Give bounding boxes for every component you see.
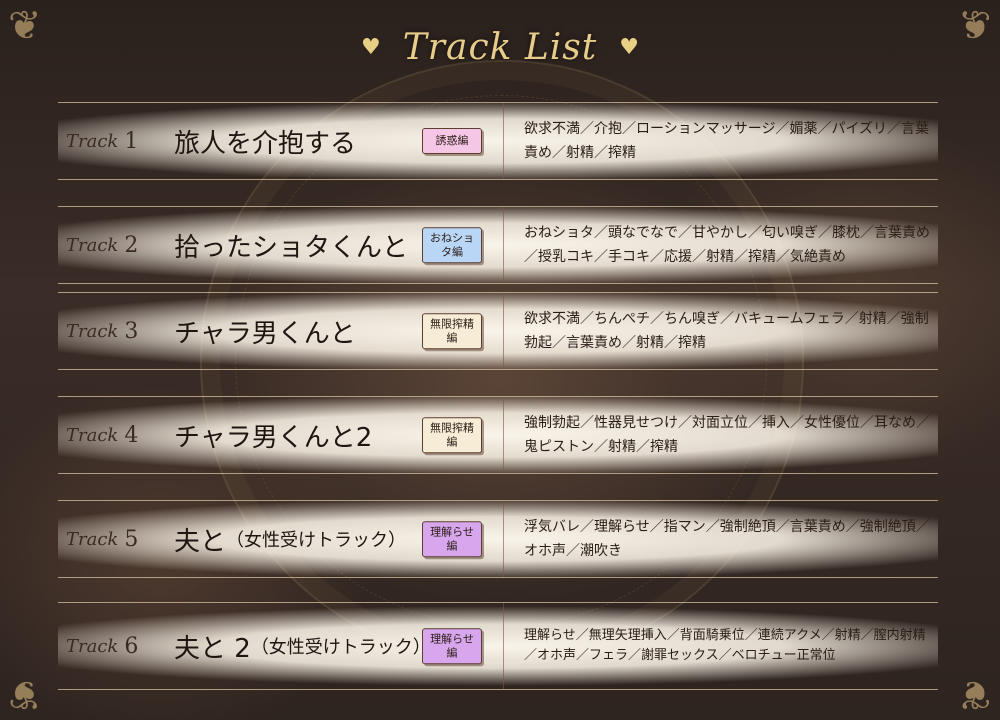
track-number: Track 5 <box>66 526 139 552</box>
track-title: チャラ男くんと <box>174 318 356 349</box>
track-tags: 強制勃起／性器見せつけ／対面立位／挿入／女性優位／耳なめ／鬼ピストン／射精／搾精 <box>524 414 930 456</box>
track-row[interactable]: Track 6 夫と 2 （女性受けトラック） 理解らせ編 理解らせ／無理矢理挿入／… <box>58 602 938 690</box>
track-row[interactable]: Track 2 拾ったショタくんと おねショタ編 おねショタ／頭なでなで／甘やかし… <box>58 206 938 284</box>
track-tags: 浮気バレ／理解らせ／指マン／強制絶頂／言葉責め／強制絶頂／オホ声／潮吹き <box>524 518 930 560</box>
track-number: Track 1 <box>66 128 139 154</box>
track-title: 夫と 2 （女性受けトラック） <box>174 633 431 664</box>
genre-badge: 無限搾精編 <box>422 313 482 349</box>
page-header: ♥ Track List ♥ <box>0 22 1000 72</box>
corner-ornament-icon: ❦ <box>8 671 42 717</box>
track-number: Track 2 <box>66 232 139 258</box>
genre-badge: 誘惑編 <box>422 128 482 154</box>
track-tags: 理解らせ／無理矢理挿入／背面騎乗位／連続アクメ／射精／膣内射精／オホ声／フェラ／… <box>524 627 926 663</box>
track-row[interactable]: Track 4 チャラ男くんと2 無限搾精編 強制勃起／性器見せつけ／対面立位／挿… <box>58 396 938 474</box>
heart-icon: ♥ <box>361 34 381 60</box>
genre-badge: おねショタ編 <box>422 227 482 263</box>
column-divider <box>503 103 504 179</box>
track-title: 夫と （女性受けトラック） <box>174 526 407 557</box>
genre-badge: 理解らせ編 <box>422 628 482 664</box>
column-divider <box>503 603 504 689</box>
column-divider <box>503 397 504 473</box>
genre-badge: 理解らせ編 <box>422 521 482 557</box>
track-title: チャラ男くんと2 <box>174 422 373 453</box>
track-row[interactable]: Track 5 夫と （女性受けトラック） 理解らせ編 浮気バレ／理解らせ／指マン／… <box>58 500 938 578</box>
column-divider <box>503 207 504 283</box>
track-row[interactable]: Track 1 旅人を介抱する 誘惑編 欲求不満／介抱／ローションマッサージ／媚薬… <box>58 102 938 180</box>
track-number: Track 4 <box>66 422 139 448</box>
track-tags: おねショタ／頭なでなで／甘やかし／匂い嗅ぎ／膝枕／言葉責め／授乳コキ／手コキ／応… <box>524 224 930 266</box>
track-number: Track 6 <box>66 633 139 659</box>
corner-ornament-icon: ❦ <box>958 671 992 717</box>
page-title: Track List <box>402 26 598 68</box>
track-title: 旅人を介抱する <box>174 128 357 159</box>
track-number: Track 3 <box>66 318 139 344</box>
track-row[interactable]: Track 3 チャラ男くんと 無限搾精編 欲求不満／ちんぺチ／ちん嗅ぎ／バキュー… <box>58 292 938 370</box>
heart-icon: ♥ <box>619 34 639 60</box>
column-divider <box>503 293 504 369</box>
track-tags: 欲求不満／ちんぺチ／ちん嗅ぎ／バキュームフェラ／射精／強制勃起／言葉責め／射精／… <box>524 310 929 352</box>
column-divider <box>503 501 504 577</box>
track-title: 拾ったショタくんと <box>174 232 409 263</box>
genre-badge: 無限搾精編 <box>422 417 482 453</box>
track-tags: 欲求不満／介抱／ローションマッサージ／媚薬／パイズリ／言葉責め／射精／搾精 <box>524 120 930 162</box>
